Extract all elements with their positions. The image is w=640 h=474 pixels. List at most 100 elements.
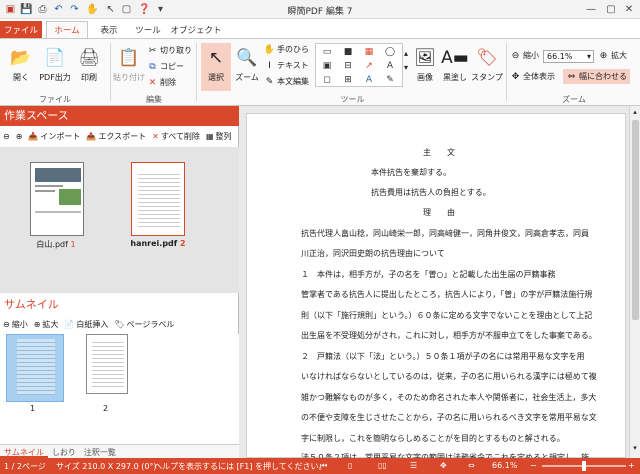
workspace-file-thumbnail[interactable] [30,162,84,236]
hand-button[interactable]: ✋ 手のひら [264,44,309,55]
text-button[interactable]: Ⅰ テキスト [264,60,309,71]
page-label-button[interactable]: 🏷 ページラベル [114,319,174,330]
thumbnail-enlarge-button[interactable]: ⊕ 拡大 [34,319,59,330]
paste-button[interactable]: 📋 貼り付け [113,47,145,83]
zoom-out-icon[interactable]: − [530,461,537,470]
text-annot-icon[interactable]: A [380,59,400,73]
underline-icon[interactable]: A [359,73,379,87]
fit-page-icon: ✥ [511,71,520,82]
fit-width-icon: ⇔ [567,71,576,82]
pdf-output-button[interactable]: 📄 PDF出力 [36,47,74,83]
doc-line: 抗告代理人畠山稔，同山崎栄一郎，同高﨑健一，同角井俊文，同高倉孝志，同員 [301,229,589,238]
document-view: 主 文 本件抗告を棄却する。 抗告費用は抗告人の負担とする。 理 由 抗告代理人… [239,106,640,462]
arrange-button[interactable]: ▦ 整列 [206,131,232,142]
scroll-thumb[interactable] [632,120,639,320]
gallery-up-icon[interactable]: ▴ [404,49,408,58]
continuous-icon[interactable]: ☰ [410,461,417,470]
ellipse-icon[interactable]: ◯ [380,45,400,59]
tab-view[interactable]: 表示 [90,21,128,38]
image-button[interactable]: 🖼 画像 [412,47,438,83]
tab-home[interactable]: ホーム [46,21,88,38]
import-button[interactable]: 📥 インポート [28,131,80,142]
strikethrough-icon[interactable]: ⊟ [338,59,358,73]
hand-icon: ✋ [263,44,276,55]
scroll-up-icon[interactable]: ▴ [631,108,639,116]
first-page-icon[interactable]: ⏮ [320,461,327,471]
select-tool-button[interactable]: ↖ 選択 [201,43,231,91]
zoom-out-button[interactable]: ⊖ 縮小 [510,50,539,61]
tab-object[interactable]: オブジェクト [168,21,224,38]
page-thumbnail-selected[interactable] [6,334,64,402]
tab-tools[interactable]: ツール [128,21,168,38]
cut-button[interactable]: ✂ 切り取り [147,45,192,56]
copy-icon: ⧉ [149,61,156,72]
tab-thumbnail[interactable]: サムネイル [0,445,48,458]
maximize-icon[interactable]: ▢ [602,2,620,17]
close-icon[interactable]: ✕ [620,2,638,17]
picture-icon: 🖼 [414,48,436,68]
ribbon: 📂 開く 📄 PDF出力 🖨 印刷 ファイル 📋 貼り付け ✂ 切り取り ⧉ コ… [0,38,640,106]
ribbon-separator [506,43,507,101]
delete-all-button[interactable]: ✕ すべて削除 [152,131,200,142]
text-lines [92,339,124,389]
delete-button[interactable]: ✕ 削除 [147,77,176,88]
doc-line: 雑かつ難解なものが多く，そのため命名された本人や関係者に，社会生活上，多大 [301,393,597,402]
print-button[interactable]: 🖨 印刷 [75,47,103,83]
image-annot-icon[interactable]: ▦ [359,45,379,59]
line-icon[interactable]: ◻ [317,73,337,87]
gallery-down-icon[interactable]: ▾ [404,63,408,72]
zoom-in-button[interactable]: ⊕ 拡大 [598,50,627,61]
open-button[interactable]: 📂 開く [6,47,36,83]
tab-bookmarks[interactable]: しおり [48,445,80,458]
zoom-slider[interactable] [542,461,626,471]
text-cursor-icon: Ⅰ [268,60,271,71]
workspace-area: 白山.pdf 1 hanrei.pdf 2 [0,147,239,293]
textbox-icon[interactable]: ▣ [317,59,337,73]
text-line [35,185,63,187]
fit-page-icon[interactable]: ✥ [440,461,447,470]
tab-file[interactable]: ファイル [0,21,42,38]
tab-annotation-list[interactable]: 注釈一覧 [80,445,120,458]
chevron-down-icon[interactable]: ▾ [587,51,591,62]
document-page[interactable]: 主 文 本件抗告を棄却する。 抗告費用は抗告人の負担とする。 理 由 抗告代理人… [246,113,626,462]
ribbon-separator [196,43,197,101]
polyline-icon[interactable]: ⊞ [338,73,358,87]
import-icon: 📥 [28,132,39,141]
fit-width-button[interactable]: ⇔ 幅に合わせる [563,69,630,84]
workspace-file-thumbnail-selected[interactable] [131,162,185,236]
zoom-slider-thumb[interactable] [582,461,586,471]
export-icon: 📤 [86,132,97,141]
doc-line: 川正治，同沢田史朗の抗告理由について [301,249,445,258]
zoom-tool-button[interactable]: 🔍 ズーム [233,47,261,83]
zoom-in-icon[interactable]: + [628,461,635,470]
page-number: 2 [103,404,109,413]
fit-width-icon[interactable]: ⇔ [468,461,475,470]
workspace-zoom-in-icon[interactable]: ⊕ [16,132,23,141]
workspace-zoom-out-icon[interactable]: ⊖ [3,132,10,141]
minimize-icon[interactable]: — [582,2,600,17]
full-view-button[interactable]: ✥ 全体表示 [510,71,555,82]
clipboard-icon: 📋 [118,48,140,68]
single-page-icon[interactable]: ▯ [348,461,352,470]
body-edit-button[interactable]: ✎ 本文編集 [264,76,309,87]
group-label-tools: ツール [340,95,365,104]
arrow-annot-icon[interactable]: ↗ [359,59,379,73]
insert-blank-button[interactable]: 📄 白紙挿入 [64,319,108,330]
rectangle-filled-icon[interactable]: ■ [338,45,358,59]
stamp-button[interactable]: 🏷 スタンプ [471,47,503,83]
thumbnail-shrink-button[interactable]: ⊖ 縮小 [3,319,28,330]
black-fill-button[interactable]: A▬ 黒塗し [440,47,470,83]
two-page-icon[interactable]: ▯▯ [378,461,387,470]
scroll-down-icon[interactable]: ▾ [631,444,639,452]
zoom-value-input[interactable]: 66.1% ▾ [543,50,594,63]
copy-button[interactable]: ⧉ コピー [147,61,184,72]
text-lines [138,171,180,227]
page-thumbnail[interactable] [86,334,128,394]
export-button[interactable]: 📤 エクスポート [86,131,146,142]
vertical-scrollbar[interactable]: ▴ ▾ [629,106,640,458]
text-line [35,211,81,213]
pencil-icon[interactable]: ✎ [380,73,400,87]
rectangle-outline-icon[interactable]: ▭ [317,45,337,59]
folder-icon: 📂 [10,48,32,68]
thumbnail-toolbar: ⊖ 縮小 ⊕ 拡大 📄 白紙挿入 🏷 ページラベル [0,316,239,333]
